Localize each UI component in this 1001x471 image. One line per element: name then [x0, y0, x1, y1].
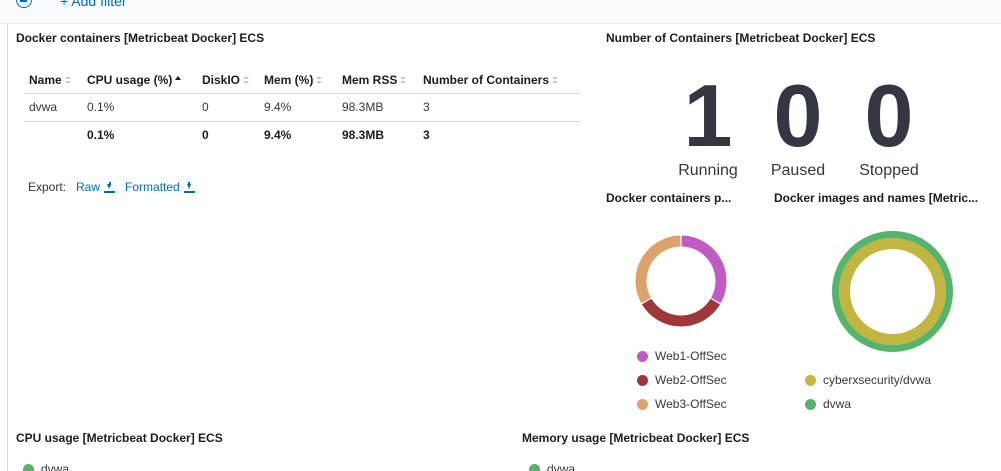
legend-item-dvwa[interactable]: dvwa [805, 397, 851, 411]
cell-name[interactable]: dvwa [24, 93, 82, 122]
memory-panel-title: Memory usage [Metricbeat Docker] ECS [522, 431, 750, 445]
donut-right-chart [832, 231, 953, 352]
cpu-panel-title: CPU usage [Metricbeat Docker] ECS [16, 431, 223, 445]
sort-icon[interactable] [316, 75, 323, 85]
memory-legend-item-dvwa[interactable]: dvwa [529, 462, 575, 471]
legend-dot [637, 374, 648, 386]
column-header-cpu[interactable]: CPU usage (%) [82, 67, 197, 94]
legend-dot [23, 463, 34, 471]
total-cpu: 0.1% [87, 128, 115, 143]
download-icon [183, 181, 195, 193]
donut-slice-web3-offsec[interactable] [635, 235, 681, 304]
table-totals-row: 0.1% 0 9.4% 98.3MB 3 [24, 121, 580, 149]
metric-running: 1 Running [658, 66, 758, 180]
legend-dot [805, 374, 816, 386]
donut-right-title: Docker images and names [Metric... [774, 191, 979, 205]
cpu-legend-item-dvwa[interactable]: dvwa [23, 462, 69, 471]
cell-cpu: 0.1% [82, 93, 197, 122]
column-header-diskio[interactable]: DiskIO [197, 67, 259, 94]
sort-icon[interactable] [243, 75, 250, 85]
total-mem-rss: 98.3MB [342, 128, 385, 143]
metric-value: 0 [864, 66, 914, 165]
metric-label: Stopped [859, 162, 919, 179]
donut-left-chart [635, 235, 727, 327]
metric-label: Paused [770, 162, 826, 179]
sort-icon[interactable] [400, 75, 407, 85]
column-header-num-containers[interactable]: Number of Containers [418, 67, 580, 94]
metric-stopped: 0 Stopped [839, 66, 939, 180]
column-header-mem[interactable]: Mem (%) [259, 67, 337, 94]
sort-icon[interactable] [552, 75, 559, 85]
cell-num-containers: 3 [418, 93, 580, 122]
cell-mem: 9.4% [259, 93, 337, 122]
metric-value: 0 [773, 66, 823, 165]
export-label: Export: [28, 180, 67, 194]
legend-item-web3[interactable]: Web3-OffSec [637, 397, 727, 411]
sort-ascending-icon[interactable] [175, 75, 182, 82]
total-name [24, 121, 82, 149]
sort-icon[interactable] [64, 75, 72, 85]
donut-slice-web1-offsec[interactable] [681, 235, 727, 304]
legend-dot [637, 398, 648, 410]
containers-panel-title: Number of Containers [Metricbeat Docker]… [606, 31, 876, 45]
column-header-mem-rss[interactable]: Mem RSS [337, 67, 418, 94]
metric-paused: 0 Paused [748, 66, 848, 180]
export-raw-link[interactable]: Raw [76, 180, 116, 194]
legend-dot [529, 463, 540, 471]
export-formatted-link[interactable]: Formatted [125, 180, 195, 194]
containers-table: Name CPU usage (%) DiskIO Mem (%) Mem RS… [24, 67, 580, 149]
export-bar: Export: Raw Formatted [28, 180, 195, 194]
metric-label: Running [678, 162, 738, 179]
download-icon [104, 181, 116, 193]
filter-bar: + Add filter [0, 0, 1001, 24]
legend-dot [637, 350, 648, 362]
total-num-containers: 3 [423, 128, 430, 143]
donut-left-title: Docker containers p... [606, 191, 732, 205]
legend-item-cyberxsecurity-dvwa[interactable]: cyberxsecurity/dvwa [805, 373, 931, 387]
donut-ring-cyberxsecurity-dvwa[interactable] [839, 238, 946, 345]
total-diskio: 0 [202, 128, 209, 143]
metric-value: 1 [683, 66, 733, 165]
table-panel-title: Docker containers [Metricbeat Docker] EC… [16, 31, 265, 45]
total-mem: 9.4% [264, 128, 292, 143]
add-filter-button[interactable]: + Add filter [60, 0, 127, 9]
donut-ring-dvwa[interactable] [832, 231, 953, 352]
panel-divider [7, 24, 8, 471]
legend-item-web2[interactable]: Web2-OffSec [637, 373, 727, 387]
legend-item-web1[interactable]: Web1-OffSec [637, 349, 727, 363]
cell-mem-rss: 98.3MB [337, 93, 418, 122]
donut-slice-web2-offsec[interactable] [641, 298, 721, 327]
filter-options-icon[interactable] [16, 0, 32, 8]
cell-diskio: 0 [197, 93, 259, 122]
legend-dot [805, 398, 816, 410]
column-header-name[interactable]: Name [24, 67, 82, 94]
table-row: dvwa 0.1% 0 9.4% 98.3MB 3 [24, 93, 580, 122]
